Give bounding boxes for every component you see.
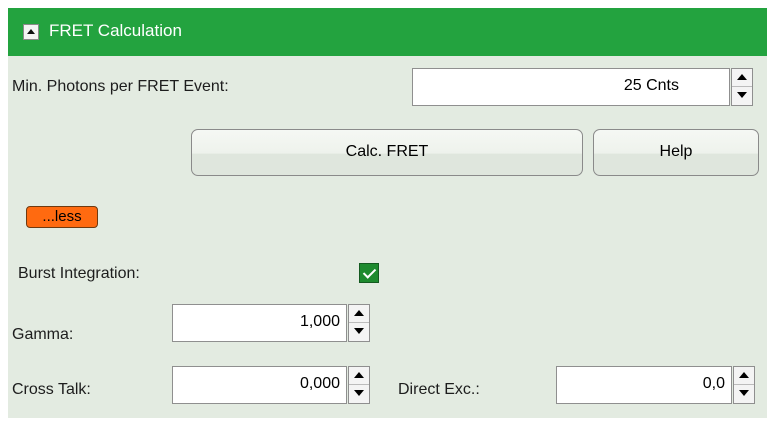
spinner-down-icon[interactable]	[732, 87, 752, 104]
spinner-up-icon[interactable]	[734, 367, 754, 385]
panel-header: FRET Calculation	[8, 8, 767, 56]
direct-exc-spinner[interactable]	[733, 366, 755, 404]
gamma-label: Gamma:	[12, 326, 74, 343]
direct-exc-label: Direct Exc.:	[398, 381, 480, 398]
cross-talk-label: Cross Talk:	[12, 381, 91, 398]
gamma-input[interactable]: 1,000	[172, 304, 347, 342]
cross-talk-input[interactable]: 0,000	[172, 366, 347, 404]
min-photons-label: Min. Photons per FRET Event:	[12, 78, 229, 95]
min-photons-input[interactable]: 25 Cnts	[412, 68, 730, 106]
spinner-up-icon[interactable]	[349, 305, 369, 323]
calc-fret-button[interactable]: Calc. FRET	[191, 129, 583, 176]
panel-title: FRET Calculation	[49, 21, 182, 40]
help-button[interactable]: Help	[593, 129, 759, 176]
min-photons-spinner[interactable]	[731, 68, 753, 106]
spinner-down-icon[interactable]	[349, 385, 369, 402]
collapse-arrow-icon[interactable]	[23, 24, 39, 40]
less-button[interactable]: ...less	[26, 206, 98, 228]
gamma-spinner[interactable]	[348, 304, 370, 342]
spinner-down-icon[interactable]	[349, 323, 369, 340]
cross-talk-spinner[interactable]	[348, 366, 370, 404]
fret-calculation-panel: FRET Calculation Min. Photons per FRET E…	[8, 8, 767, 418]
spinner-up-icon[interactable]	[732, 69, 752, 87]
direct-exc-input[interactable]: 0,0	[556, 366, 732, 404]
spinner-down-icon[interactable]	[734, 385, 754, 402]
burst-integration-checkbox[interactable]	[359, 263, 379, 283]
spinner-up-icon[interactable]	[349, 367, 369, 385]
burst-integration-label: Burst Integration:	[18, 265, 140, 282]
